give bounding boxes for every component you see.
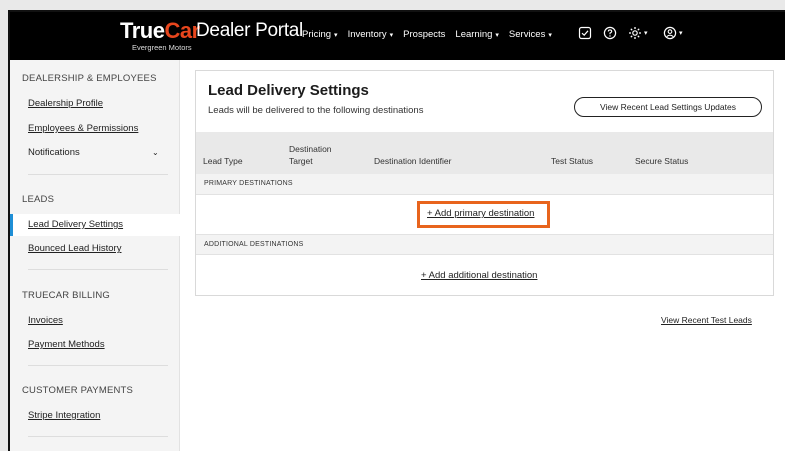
- nav-services[interactable]: Services ▾: [509, 29, 552, 40]
- sidebar-item-lead-delivery-settings[interactable]: Lead Delivery Settings: [28, 219, 123, 230]
- sidebar-item-bounced-lead-history[interactable]: Bounced Lead History: [28, 243, 121, 254]
- primary-destinations-section: PRIMARY DESTINATIONS: [196, 174, 773, 195]
- sidebar-divider: [28, 436, 168, 437]
- column-secure-status: Secure Status: [635, 156, 689, 166]
- chevron-down-icon: ▾: [495, 31, 499, 39]
- user-account-icon[interactable]: ▾: [663, 25, 689, 41]
- sidebar: DEALERSHIP & EMPLOYEES Dealership Profil…: [10, 60, 180, 451]
- column-destination-target-line2: Target: [289, 156, 313, 166]
- chevron-down-icon[interactable]: ⌄: [152, 148, 159, 157]
- nav-learning-label: Learning: [455, 29, 493, 40]
- sidebar-section-dealership: DEALERSHIP & EMPLOYEES: [22, 73, 157, 84]
- highlight-box: [417, 201, 550, 228]
- portal-title: Dealer Portal: [196, 20, 303, 41]
- table-header: Lead Type Destination Target Destination…: [196, 132, 773, 174]
- nav-pricing-label: Pricing: [302, 29, 332, 40]
- logo-wordmark: TrueCar: [120, 20, 200, 42]
- additional-destinations-label: ADDITIONAL DESTINATIONS: [204, 241, 304, 248]
- chevron-down-icon: ▾: [334, 31, 338, 39]
- column-destination-identifier: Destination Identifier: [374, 156, 452, 166]
- sidebar-divider: [28, 269, 168, 270]
- sidebar-section-customer-payments: CUSTOMER PAYMENTS: [22, 385, 134, 396]
- nav-services-label: Services: [508, 29, 546, 40]
- top-nav-bar: TrueCar Evergreen Motors Dealer Portal P…: [10, 12, 785, 60]
- page-title: Lead Delivery Settings: [208, 82, 369, 99]
- sidebar-item-notifications[interactable]: Notifications: [28, 147, 80, 158]
- column-lead-type: Lead Type: [203, 156, 243, 166]
- additional-destinations-section: ADDITIONAL DESTINATIONS: [196, 234, 773, 255]
- column-destination-target-line1: Destination: [289, 144, 332, 154]
- app-window: TrueCar Evergreen Motors Dealer Portal P…: [10, 12, 785, 451]
- tasks-checkbox-icon[interactable]: [578, 25, 594, 41]
- view-recent-test-leads-link[interactable]: View Recent Test Leads: [661, 315, 752, 325]
- nav-learning[interactable]: Learning ▾: [455, 29, 499, 40]
- sidebar-section-billing: TRUECAR BILLING: [22, 290, 110, 301]
- help-icon[interactable]: [603, 25, 619, 41]
- nav-inventory[interactable]: Inventory ▾: [348, 29, 394, 40]
- chevron-down-icon: ▾: [548, 31, 552, 39]
- sidebar-divider: [28, 174, 168, 175]
- sidebar-divider: [28, 365, 168, 366]
- sidebar-item-stripe-integration[interactable]: Stripe Integration: [28, 410, 100, 421]
- add-additional-destination-link[interactable]: + Add additional destination: [421, 270, 537, 281]
- logo-car-text: Car: [164, 18, 200, 43]
- sidebar-item-employees-permissions[interactable]: Employees & Permissions: [28, 123, 138, 134]
- nav-pricing[interactable]: Pricing ▾: [302, 29, 338, 40]
- column-test-status: Test Status: [551, 156, 594, 166]
- sidebar-item-invoices[interactable]: Invoices: [28, 315, 63, 326]
- sidebar-section-leads: LEADS: [22, 194, 55, 205]
- sidebar-item-dealership-profile[interactable]: Dealership Profile: [28, 98, 103, 109]
- nav-prospects[interactable]: Prospects: [403, 29, 445, 40]
- page-subtitle: Leads will be delivered to the following…: [208, 105, 424, 116]
- chevron-down-icon: ▾: [644, 30, 648, 37]
- nav-prospects-label: Prospects: [403, 29, 446, 40]
- primary-destinations-label: PRIMARY DESTINATIONS: [204, 180, 293, 187]
- chevron-down-icon: ▾: [389, 31, 394, 39]
- dealer-name: Evergreen Motors: [132, 43, 192, 52]
- view-recent-lead-settings-updates-button[interactable]: View Recent Lead Settings Updates: [574, 97, 762, 117]
- header-icons: ▾ ▾: [578, 25, 698, 41]
- sidebar-item-payment-methods[interactable]: Payment Methods: [28, 339, 105, 350]
- main-nav: Pricing ▾ Inventory ▾ Prospects Learning ▾ …: [302, 29, 562, 40]
- settings-gear-icon[interactable]: ▾: [628, 25, 654, 41]
- logo-true-text: True: [120, 18, 165, 43]
- chevron-down-icon: ▾: [679, 30, 683, 37]
- lead-delivery-card: Lead Delivery Settings Leads will be del…: [195, 70, 774, 296]
- nav-inventory-label: Inventory: [347, 29, 387, 40]
- truecar-logo[interactable]: TrueCar Evergreen Motors: [120, 20, 200, 54]
